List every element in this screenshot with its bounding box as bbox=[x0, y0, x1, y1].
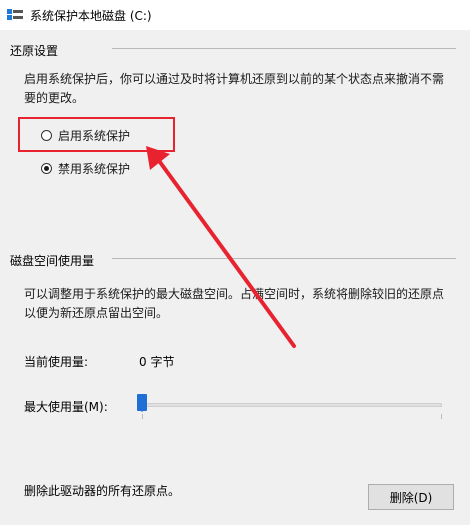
disable-protection-label: 禁用系统保护 bbox=[58, 162, 131, 176]
current-usage-label: 当前使用量: bbox=[24, 355, 89, 369]
max-usage-slider-track[interactable] bbox=[140, 403, 442, 407]
disk-usage-description: 可以调整用于系统保护的最大磁盘空间。占满空间时，系统将删除较旧的还原点 以便为新… bbox=[24, 287, 445, 320]
delete-restore-points-text: 删除此驱动器的所有还原点。 bbox=[24, 484, 181, 498]
restore-settings-heading: 还原设置 bbox=[10, 44, 59, 58]
delete-button[interactable]: 删除(D) bbox=[368, 484, 454, 510]
disable-protection-radio[interactable]: 禁用系统保护 bbox=[41, 160, 130, 177]
restore-settings-description: 启用系统保护后，你可以通过及时将计算机还原到以前的某个状态点来撤消不需 要的更改… bbox=[24, 72, 445, 105]
radio-button-selected-icon[interactable] bbox=[41, 163, 52, 174]
system-protection-icon bbox=[7, 9, 23, 20]
section-divider bbox=[112, 48, 456, 49]
max-usage-slider-thumb[interactable] bbox=[137, 394, 147, 412]
window-title: 系统保护本地磁盘 (C:) bbox=[30, 9, 152, 23]
section-divider bbox=[112, 258, 456, 259]
annotation-highlight-box bbox=[18, 117, 175, 152]
title-bar: 系统保护本地磁盘 (C:) bbox=[0, 0, 470, 30]
max-usage-label: 最大使用量(M): bbox=[24, 400, 108, 414]
slider-ticks bbox=[142, 414, 442, 419]
disk-usage-heading: 磁盘空间使用量 bbox=[10, 254, 95, 268]
current-usage-value: 0 字节 bbox=[139, 355, 175, 369]
